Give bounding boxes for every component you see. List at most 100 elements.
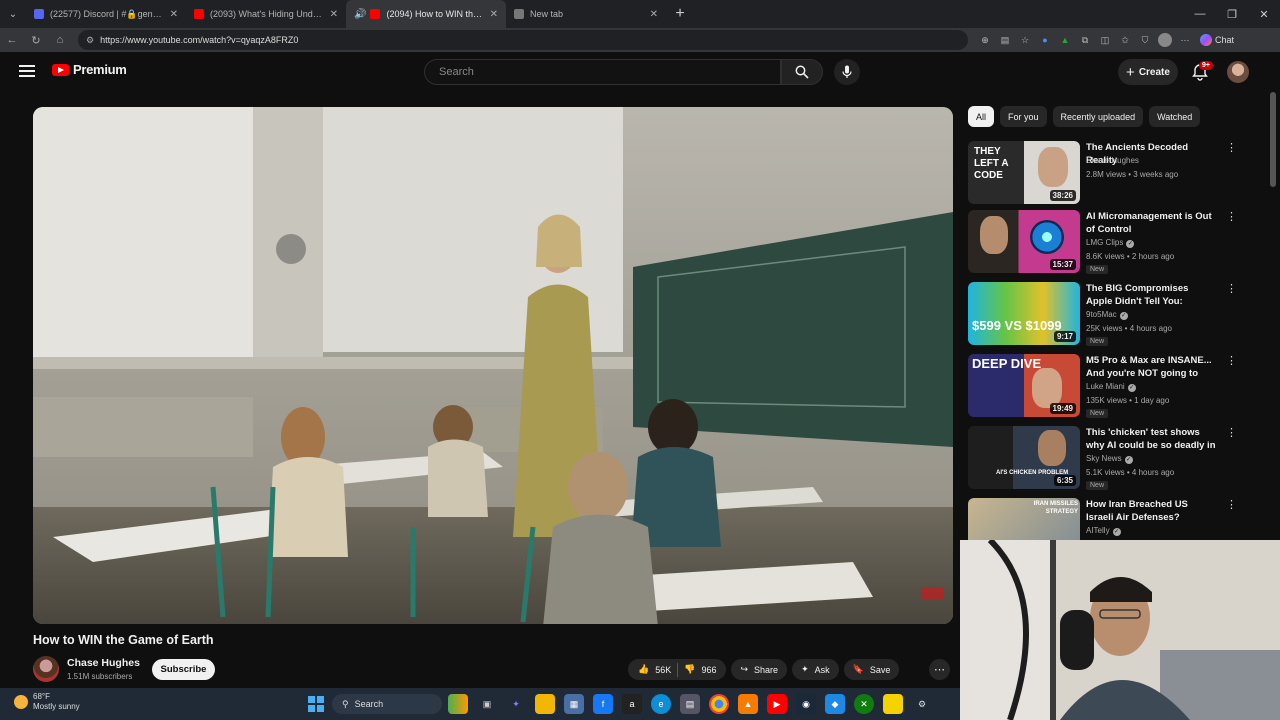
more-actions-icon[interactable]: ⋯ [929, 659, 950, 680]
file-explorer-icon[interactable] [535, 694, 555, 714]
chip-recently-uploaded[interactable]: Recently uploaded [1052, 106, 1144, 127]
minimize-icon[interactable]: — [1184, 0, 1216, 28]
translate-icon[interactable]: ⊕ [978, 33, 992, 47]
verified-icon: ✓ [1124, 456, 1133, 464]
copilot-chat-button[interactable]: Chat [1200, 34, 1234, 46]
hamburger-menu-icon[interactable] [19, 65, 35, 77]
xbox-icon[interactable]: ✕ [854, 694, 874, 714]
search-button[interactable] [781, 59, 823, 85]
facebook-icon[interactable]: f [593, 694, 613, 714]
video-thumbnail[interactable]: IRAN MISSILES STRATEGY [968, 498, 1080, 540]
rec-more-icon[interactable]: ⋮ [1226, 210, 1237, 223]
recommendation-item[interactable]: DEEP DIVE 19:49 M5 Pro & Max are INSANE.… [968, 354, 1268, 420]
video-thumbnail[interactable]: $599 VS $1099 9:17 [968, 282, 1080, 345]
favorites-icon[interactable]: ✩ [1118, 33, 1132, 47]
like-count: 56K [655, 664, 672, 675]
share-button[interactable]: ↪ Share [731, 659, 788, 680]
rec-more-icon[interactable]: ⋮ [1226, 282, 1237, 295]
voice-search-button[interactable] [834, 59, 860, 85]
dislike-button[interactable]: 👎 966 [684, 664, 716, 675]
browser-tab-discord[interactable]: (22577) Discord | #🔒general | Pu ✕ [26, 0, 186, 28]
microphone-icon [842, 65, 852, 78]
recommendation-item[interactable]: AI'S CHICKEN PROBLEM 6:35 This 'chicken'… [968, 426, 1268, 492]
profile-icon[interactable] [1158, 33, 1172, 47]
video-thumbnail[interactable]: DEEP DIVE 19:49 [968, 354, 1080, 417]
task-view-icon[interactable]: ▣ [477, 694, 497, 714]
channel-name[interactable]: Chase Hughes [67, 657, 140, 669]
more-menu-icon[interactable]: ⋯ [1178, 33, 1192, 47]
split-screen-icon[interactable]: ◫ [1098, 33, 1112, 47]
close-tab-icon[interactable]: ✕ [330, 9, 338, 20]
youtube-app-icon[interactable]: ▶ [767, 694, 787, 714]
edge-browser-icon[interactable]: e [651, 694, 671, 714]
bookmark-icon: 🔖 [852, 664, 864, 674]
chrome-icon[interactable] [709, 694, 729, 714]
rec-more-icon[interactable]: ⋮ [1226, 354, 1237, 367]
youtube-premium-logo[interactable]: Premium [52, 62, 127, 77]
browser-tab-new[interactable]: New tab ✕ [506, 0, 666, 28]
channel-avatar[interactable] [33, 656, 59, 682]
recommendation-item[interactable]: IRAN MISSILES STRATEGY How Iran Breached… [968, 498, 1268, 540]
amazon-icon[interactable]: a [622, 694, 642, 714]
video-thumbnail[interactable]: THEY LEFT A CODE 38:26 [968, 141, 1080, 204]
chip-for-you[interactable]: For you [1000, 106, 1047, 127]
home-icon[interactable]: ⌂ [48, 34, 72, 46]
video-thumbnail[interactable]: 15:37 [968, 210, 1080, 273]
new-tab-plus-icon[interactable]: + [666, 5, 694, 23]
video-player[interactable] [33, 107, 953, 624]
page-scrollbar[interactable] [1270, 92, 1276, 187]
close-tab-icon[interactable]: ✕ [170, 9, 178, 20]
settings-gear-icon[interactable]: ⚙ [912, 694, 932, 714]
save-button[interactable]: 🔖 Save [843, 659, 900, 680]
speaker-icon[interactable]: 🔊 [354, 9, 366, 20]
shield-icon[interactable]: ⛉ [1138, 33, 1152, 47]
reader-icon[interactable]: ▤ [998, 33, 1012, 47]
account-avatar[interactable] [1227, 61, 1249, 83]
recommendation-item[interactable]: 15:37 AI Micromanagement is Out of Contr… [968, 210, 1268, 276]
restore-icon[interactable]: ❐ [1216, 0, 1248, 28]
weather-widget[interactable]: 68°F Mostly sunny [14, 692, 80, 712]
chip-all[interactable]: All [968, 106, 995, 127]
notes-app-icon[interactable] [883, 694, 903, 714]
tab-search-chevron-icon[interactable]: ⌄ [0, 0, 26, 28]
create-button[interactable]: + Create [1118, 59, 1178, 85]
reload-icon[interactable]: ↻ [24, 34, 48, 47]
ask-button[interactable]: ✦ Ask [792, 659, 839, 680]
browser-tab-youtube-los-angeles[interactable]: (2093) What's Hiding Under Los A ✕ [186, 0, 346, 28]
browser-tab-active[interactable]: 🔊 (2094) How to WIN the Game ✕ [346, 0, 506, 28]
weather-text: 68°F Mostly sunny [33, 692, 80, 712]
rec-channel: 9to5Mac ✓ [1086, 310, 1128, 320]
url-field[interactable]: ⚙ https://www.youtube.com/watch?v=qyaqzA… [78, 30, 968, 50]
taskbar-search-box[interactable]: ⚲ Search [332, 694, 442, 714]
close-tab-icon[interactable]: ✕ [490, 9, 498, 20]
verified-icon: ✓ [1126, 240, 1135, 248]
recommendation-item[interactable]: $599 VS $1099 9:17 The BIG Compromises A… [968, 282, 1268, 348]
close-tab-icon[interactable]: ✕ [650, 9, 658, 20]
extension-blue-icon[interactable]: ● [1038, 33, 1052, 47]
recommendation-item[interactable]: THEY LEFT A CODE 38:26 The Ancients Deco… [968, 141, 1268, 207]
like-button[interactable]: 👍 56K [638, 664, 671, 675]
video-thumbnail[interactable]: AI'S CHICKEN PROBLEM 6:35 [968, 426, 1080, 489]
calculator-icon[interactable]: ▤ [680, 694, 700, 714]
favorite-star-icon[interactable]: ☆ [1018, 33, 1032, 47]
windows-start-icon[interactable] [308, 696, 324, 712]
rec-more-icon[interactable]: ⋮ [1226, 498, 1237, 511]
rec-more-icon[interactable]: ⋮ [1226, 141, 1237, 154]
search-input[interactable]: Search [424, 59, 781, 85]
extensions-puzzle-icon[interactable]: ⧉ [1078, 33, 1092, 47]
chip-watched[interactable]: Watched [1149, 106, 1201, 127]
site-info-icon[interactable]: ⚙ [86, 35, 94, 46]
back-icon[interactable]: ← [0, 34, 24, 46]
store-icon[interactable]: ▦ [564, 694, 584, 714]
widgets-app-icon[interactable] [448, 694, 468, 714]
thumbnail-face [1038, 147, 1068, 187]
copilot-app-icon[interactable]: ✦ [506, 694, 526, 714]
rec-more-icon[interactable]: ⋮ [1226, 426, 1237, 439]
close-window-icon[interactable]: ✕ [1248, 0, 1280, 28]
steam-icon[interactable]: ◉ [796, 694, 816, 714]
vlc-icon[interactable]: ▲ [738, 694, 758, 714]
extension-green-icon[interactable]: ▲ [1058, 33, 1072, 47]
subscribe-button[interactable]: Subscribe [152, 659, 215, 680]
thumbnail-text: DEEP DIVE [972, 356, 1042, 371]
app-icon[interactable]: ◆ [825, 694, 845, 714]
